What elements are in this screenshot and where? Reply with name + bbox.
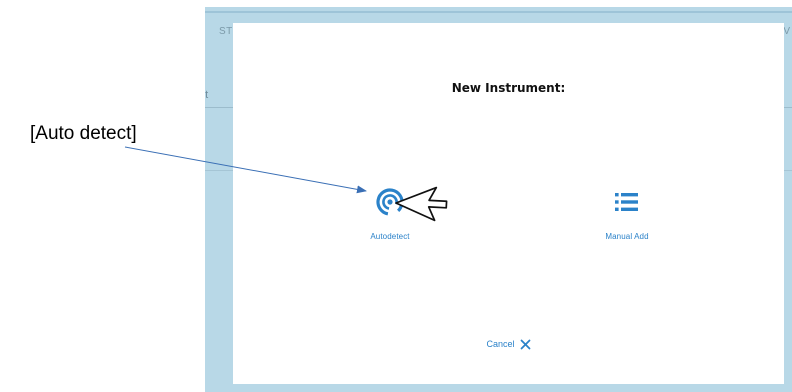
autodetect-option[interactable]: Autodetect — [335, 187, 445, 241]
annotation-label: [Auto detect] — [30, 123, 137, 144]
screenshot-canvas: ST V nt New Instrument: Autodetect — [0, 0, 792, 392]
list-icon — [615, 193, 638, 211]
dialog-title: New Instrument: — [451, 81, 566, 95]
background-section-label: nt — [205, 89, 209, 101]
close-icon — [520, 339, 530, 349]
manual-add-label: Manual Add — [605, 232, 649, 241]
background-tab-right: V — [783, 26, 790, 37]
manual-add-option[interactable]: Manual Add — [572, 187, 682, 241]
radar-icon — [376, 188, 404, 216]
header-rule — [205, 11, 792, 13]
cancel-label: Cancel — [486, 339, 515, 349]
new-instrument-dialog: New Instrument: Autodetect Manual Add Ca… — [233, 23, 784, 384]
background-tab: ST — [219, 26, 233, 37]
cancel-button[interactable]: Cancel — [233, 334, 784, 352]
autodetect-label: Autodetect — [370, 232, 410, 241]
